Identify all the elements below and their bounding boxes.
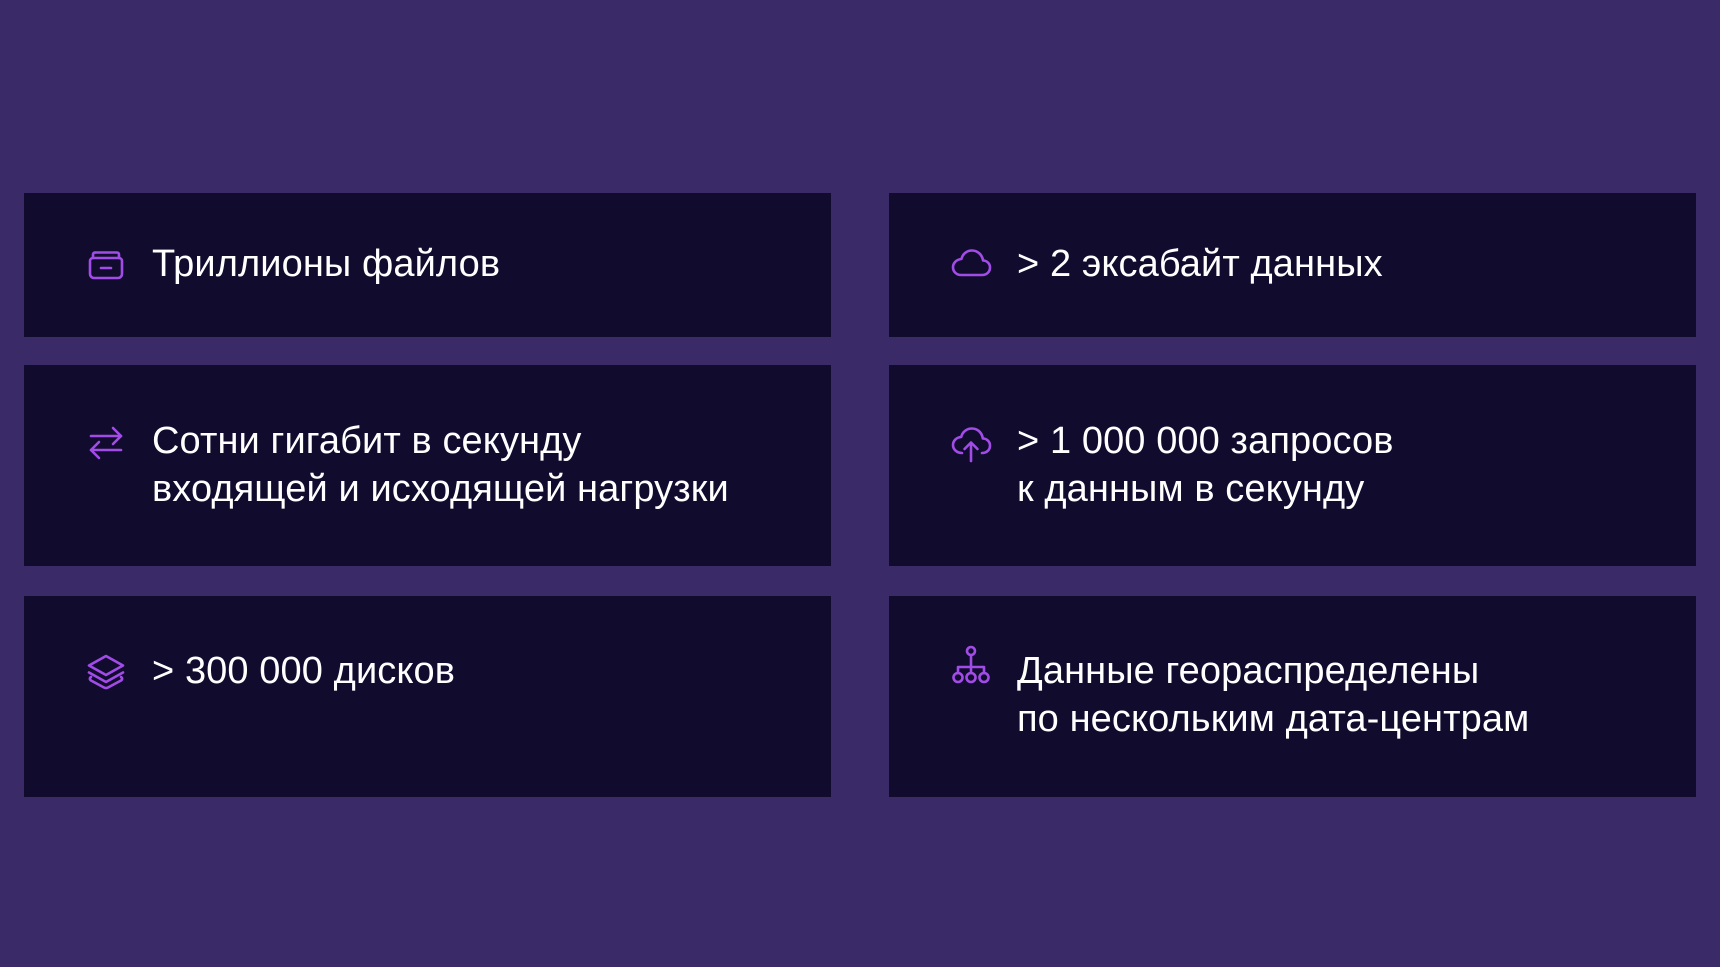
feature-card-bandwidth: Сотни гигабит в секунду входящей и исход… [24, 365, 831, 566]
feature-card-data-volume: > 2 эксабайт данных [889, 193, 1696, 337]
feature-text: > 2 эксабайт данных [1017, 243, 1383, 285]
feature-text: > 1 000 000 запросов к данным в секунду [1017, 420, 1394, 510]
feature-card-disks: > 300 000 дисков [24, 596, 831, 797]
cloud-icon [947, 239, 995, 287]
network-hierarchy-icon [947, 642, 995, 690]
feature-text: Сотни гигабит в секунду входящей и исход… [152, 420, 729, 510]
feature-text: > 300 000 дисков [152, 650, 456, 692]
transfer-arrows-icon [82, 419, 130, 467]
features-grid: Триллионы файлов > 2 эксабайт данных Сот… [0, 0, 1720, 967]
feature-text: Данные геораспределены по нескольким дат… [1017, 650, 1530, 740]
feature-card-files: Триллионы файлов [24, 193, 831, 337]
feature-card-requests: > 1 000 000 запросов к данным в секунду [889, 365, 1696, 566]
feature-text: Триллионы файлов [152, 243, 501, 285]
cloud-upload-icon [947, 419, 995, 467]
storage-box-icon [82, 239, 130, 287]
layers-icon [82, 647, 130, 695]
feature-card-geo-distribution: Данные геораспределены по нескольким дат… [889, 596, 1696, 797]
